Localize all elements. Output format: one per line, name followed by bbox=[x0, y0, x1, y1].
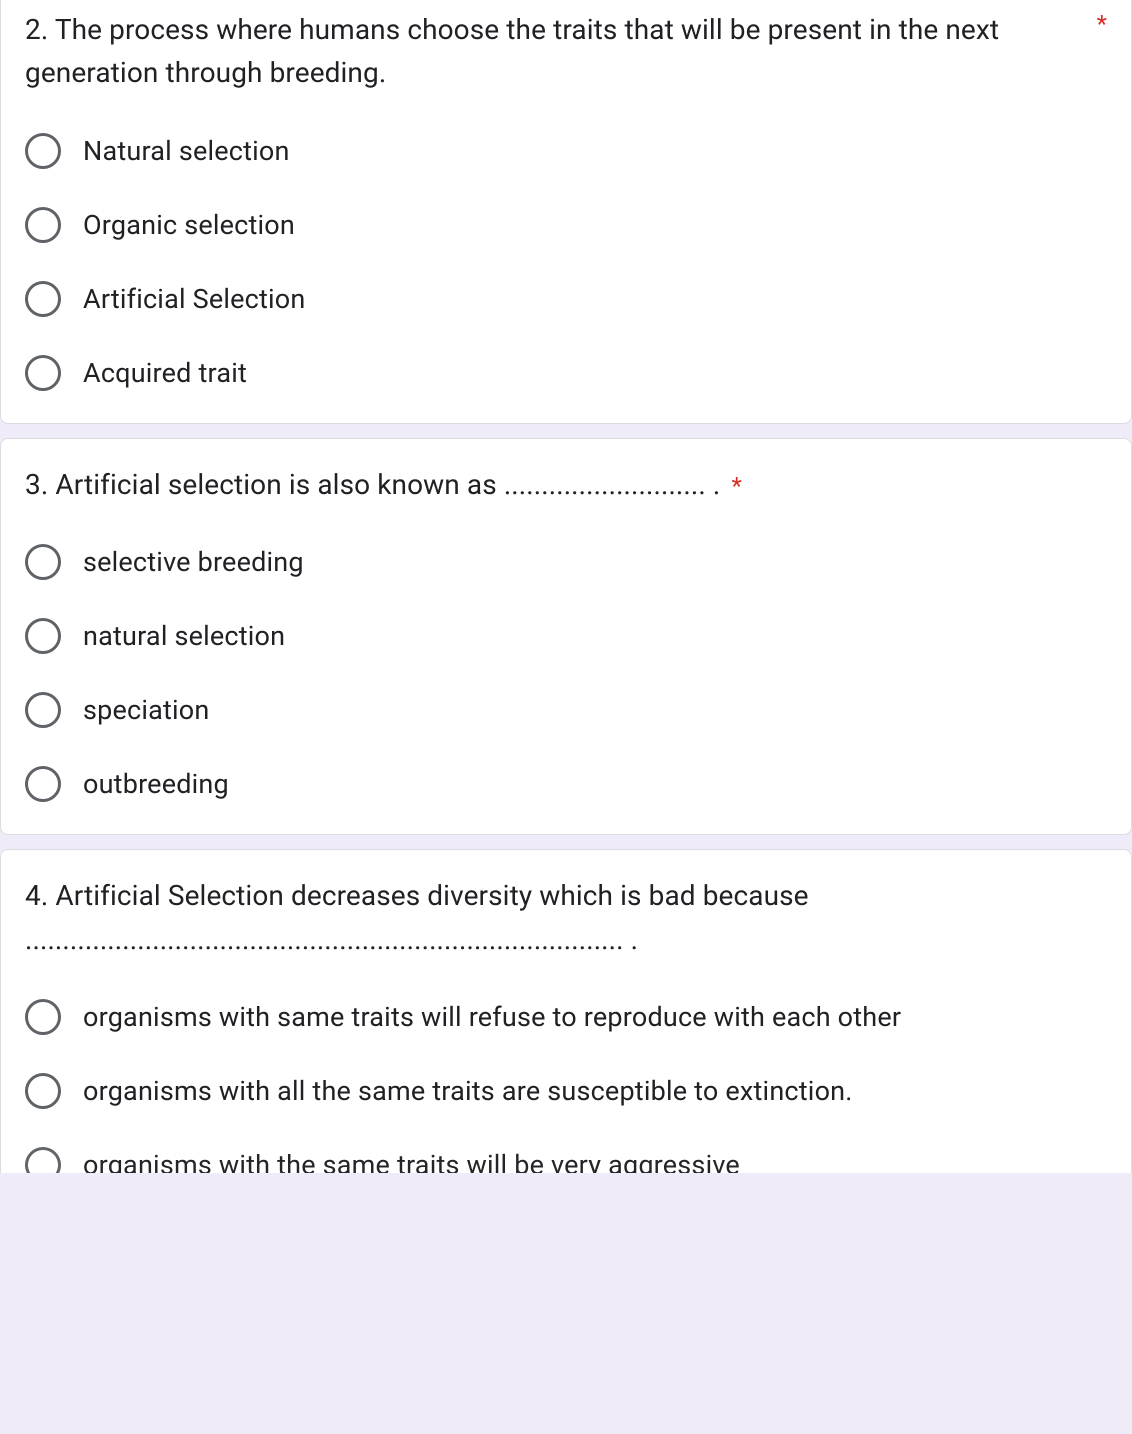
radio-icon bbox=[25, 692, 61, 728]
option-selective-breeding[interactable]: selective breeding bbox=[25, 544, 1107, 580]
option-label: outbreeding bbox=[83, 768, 229, 800]
option-label: organisms with the same traits will be v… bbox=[83, 1149, 740, 1173]
question-card-3: 3. Artificial selection is also known as… bbox=[0, 438, 1132, 835]
question-text: 3. Artificial selection is also known as… bbox=[25, 463, 1107, 506]
options-group: organisms with same traits will refuse t… bbox=[25, 999, 1107, 1173]
required-asterisk: * bbox=[731, 472, 741, 500]
option-label: speciation bbox=[83, 694, 210, 726]
option-label: natural selection bbox=[83, 620, 285, 652]
radio-icon bbox=[25, 766, 61, 802]
option-susceptible-extinction[interactable]: organisms with all the same traits are s… bbox=[25, 1073, 1107, 1109]
options-group: selective breeding natural selection spe… bbox=[25, 544, 1107, 802]
question-header: 2. The process where humans choose the t… bbox=[25, 8, 1107, 95]
radio-icon bbox=[25, 999, 61, 1035]
radio-icon bbox=[25, 544, 61, 580]
option-acquired-trait[interactable]: Acquired trait bbox=[25, 355, 1107, 391]
option-outbreeding[interactable]: outbreeding bbox=[25, 766, 1107, 802]
option-speciation[interactable]: speciation bbox=[25, 692, 1107, 728]
option-natural-selection[interactable]: Natural selection bbox=[25, 133, 1107, 169]
option-label: Natural selection bbox=[83, 135, 290, 167]
required-asterisk: * bbox=[1097, 8, 1107, 42]
option-label: Artificial Selection bbox=[83, 283, 306, 315]
option-organic-selection[interactable]: Organic selection bbox=[25, 207, 1107, 243]
radio-icon bbox=[25, 1073, 61, 1109]
question-header: 3. Artificial selection is also known as… bbox=[25, 463, 1107, 506]
question-text: 2. The process where humans choose the t… bbox=[25, 8, 1089, 95]
option-very-aggressive[interactable]: organisms with the same traits will be v… bbox=[25, 1147, 1107, 1173]
radio-icon bbox=[25, 207, 61, 243]
option-refuse-reproduce[interactable]: organisms with same traits will refuse t… bbox=[25, 999, 1107, 1035]
option-label: organisms with all the same traits are s… bbox=[83, 1075, 853, 1107]
question-card-2: 2. The process where humans choose the t… bbox=[0, 0, 1132, 424]
question-card-4: 4. Artificial Selection decreases divers… bbox=[0, 849, 1132, 1173]
option-natural-selection[interactable]: natural selection bbox=[25, 618, 1107, 654]
option-label: Organic selection bbox=[83, 209, 295, 241]
radio-icon bbox=[25, 1147, 61, 1173]
question-text-content: 3. Artificial selection is also known as… bbox=[25, 468, 720, 501]
radio-icon bbox=[25, 133, 61, 169]
option-label: selective breeding bbox=[83, 546, 304, 578]
option-label: organisms with same traits will refuse t… bbox=[83, 1001, 901, 1033]
question-header: 4. Artificial Selection decreases divers… bbox=[25, 874, 1107, 961]
radio-icon bbox=[25, 618, 61, 654]
option-artificial-selection[interactable]: Artificial Selection bbox=[25, 281, 1107, 317]
question-text: 4. Artificial Selection decreases divers… bbox=[25, 874, 1107, 961]
option-label: Acquired trait bbox=[83, 357, 247, 389]
radio-icon bbox=[25, 355, 61, 391]
radio-icon bbox=[25, 281, 61, 317]
options-group: Natural selection Organic selection Arti… bbox=[25, 133, 1107, 391]
